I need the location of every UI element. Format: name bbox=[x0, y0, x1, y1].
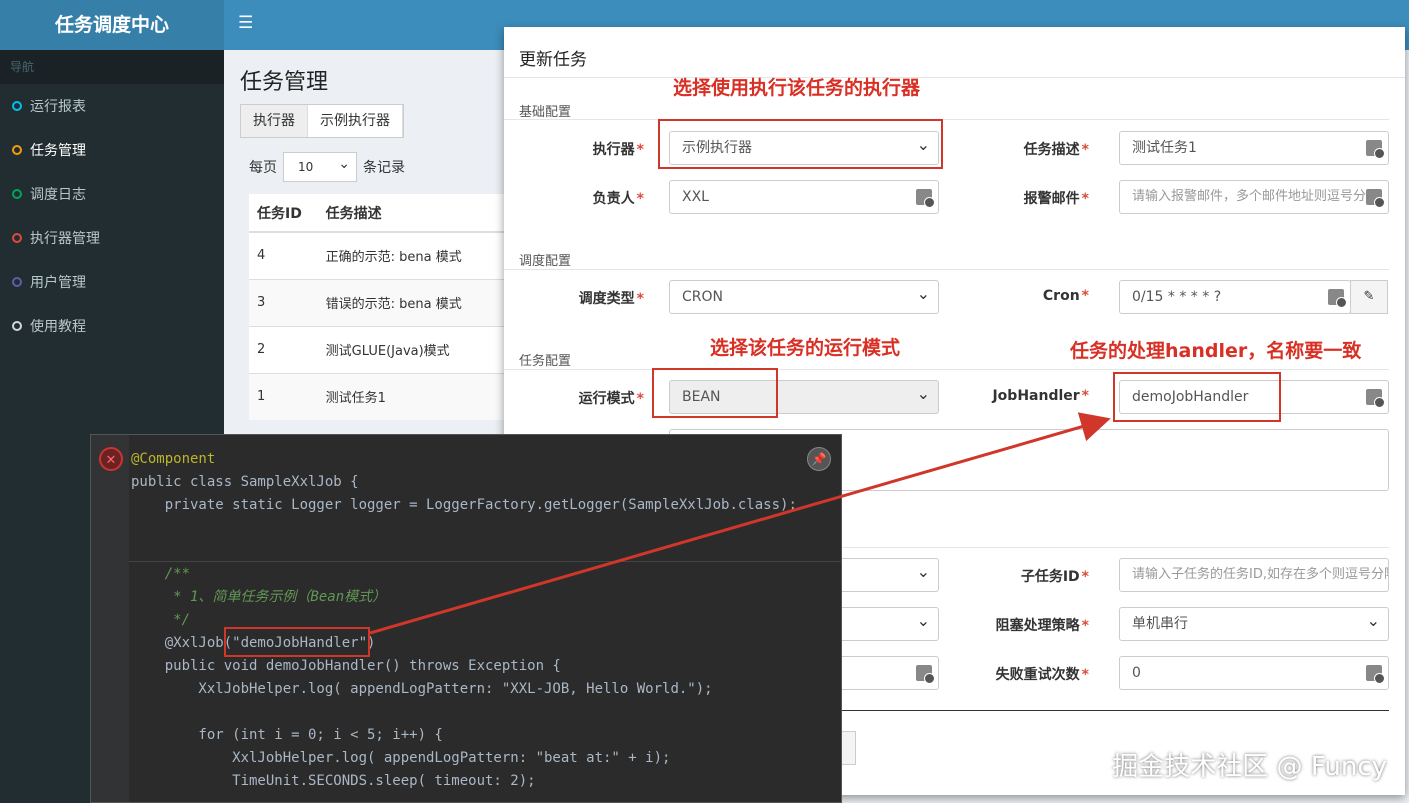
arrow-line bbox=[369, 412, 1111, 635]
watermark: 掘金技术社区 @ Funcy bbox=[1112, 752, 1387, 782]
arrow-overlay bbox=[369, 412, 1111, 635]
